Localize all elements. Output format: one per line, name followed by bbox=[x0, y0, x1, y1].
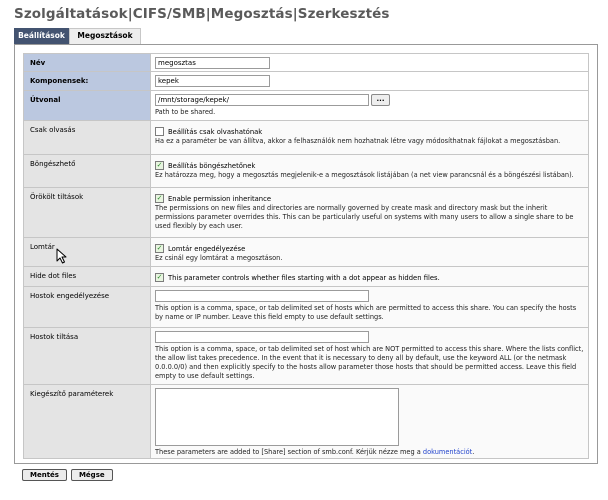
aux-params-help: These parameters are added to [Share] se… bbox=[155, 448, 584, 457]
documentation-link[interactable]: dokumentációt bbox=[423, 448, 472, 456]
browsable-label: Böngészhető bbox=[24, 155, 151, 187]
browsable-checkbox[interactable]: ✓ bbox=[155, 161, 164, 170]
browsable-checkbox-label: Beállítás böngészhetőnek bbox=[168, 161, 256, 170]
path-label: Útvonal bbox=[24, 91, 151, 120]
aux-params-help-suffix: . bbox=[472, 448, 475, 456]
save-button[interactable]: Mentés bbox=[22, 469, 67, 481]
row-path: Útvonal /mnt/storage/kepek/ ... Path to … bbox=[23, 91, 589, 121]
mouse-pointer-icon bbox=[56, 248, 67, 264]
path-help: Path to be shared. bbox=[155, 108, 216, 116]
row-hosts-allow: Hostok engedélyezése This option is a co… bbox=[23, 287, 589, 328]
row-inherit: Örökölt tiltások ✓ Enable permission inh… bbox=[23, 188, 589, 238]
hidedot-checkbox[interactable]: ✓ bbox=[155, 273, 164, 282]
hosts-deny-help: This option is a comma, space, or tab de… bbox=[155, 345, 584, 380]
hosts-allow-input[interactable] bbox=[155, 290, 369, 302]
inherit-checkbox[interactable]: ✓ bbox=[155, 194, 164, 203]
name-label: Név bbox=[24, 54, 151, 71]
component-input[interactable]: kepek bbox=[155, 75, 270, 87]
form-actions: Mentés Mégse bbox=[22, 469, 113, 481]
browse-button[interactable]: ... bbox=[371, 94, 390, 106]
recycle-label: Lomtár bbox=[24, 238, 151, 266]
hosts-deny-input[interactable] bbox=[155, 331, 369, 343]
aux-params-textarea[interactable] bbox=[155, 388, 399, 446]
tab-shares[interactable]: Megosztások bbox=[69, 28, 141, 44]
page-title: Szolgáltatások|CIFS/SMB|Megosztás|Szerke… bbox=[14, 6, 390, 22]
row-component: Komponensek: kepek bbox=[23, 72, 589, 91]
row-readonly: Csak olvasás Beállítás csak olvashatónak… bbox=[23, 121, 589, 155]
row-recycle: Lomtár ✓ Lomtár engedélyezése Ez csinál … bbox=[23, 238, 589, 267]
row-browsable: Böngészhető ✓ Beállítás böngészhetőnek E… bbox=[23, 155, 589, 188]
inherit-help: The permissions on new files and directo… bbox=[155, 204, 574, 230]
recycle-checkbox[interactable]: ✓ bbox=[155, 244, 164, 253]
row-aux-params: Kiegészítő paraméterek These parameters … bbox=[23, 385, 589, 459]
row-name: Név megosztas bbox=[23, 53, 589, 72]
settings-panel: Név megosztas Komponensek: kepek Útvonal… bbox=[14, 44, 598, 464]
readonly-label: Csak olvasás bbox=[24, 121, 151, 154]
row-hosts-deny: Hostok tiltása This option is a comma, s… bbox=[23, 328, 589, 385]
browsable-help: Ez határozza meg, hogy a megosztás megje… bbox=[155, 171, 574, 179]
name-input[interactable]: megosztas bbox=[155, 57, 270, 69]
readonly-checkbox-label: Beállítás csak olvashatónak bbox=[168, 127, 263, 136]
recycle-help: Ez csinál egy lomtárat a megosztáson. bbox=[155, 254, 283, 262]
hosts-allow-label: Hostok engedélyezése bbox=[24, 287, 151, 327]
cancel-button[interactable]: Mégse bbox=[70, 469, 113, 481]
hidedot-label: Hide dot files bbox=[24, 267, 151, 286]
tab-settings[interactable]: Beállítások bbox=[14, 28, 69, 44]
path-input[interactable]: /mnt/storage/kepek/ bbox=[155, 94, 369, 106]
inherit-checkbox-label: Enable permission inheritance bbox=[168, 194, 272, 203]
recycle-checkbox-label: Lomtár engedélyezése bbox=[168, 244, 246, 253]
row-hidedot: Hide dot files ✓ This parameter controls… bbox=[23, 267, 589, 287]
inherit-label: Örökölt tiltások bbox=[24, 188, 151, 237]
readonly-checkbox[interactable] bbox=[155, 127, 164, 136]
readonly-help: Ha ez a paraméter be van állítva, akkor … bbox=[155, 137, 561, 145]
hosts-deny-label: Hostok tiltása bbox=[24, 328, 151, 384]
aux-params-help-text: These parameters are added to [Share] se… bbox=[155, 448, 423, 456]
hidedot-checkbox-label: This parameter controls whether files st… bbox=[168, 273, 440, 282]
hosts-allow-help: This option is a comma, space, or tab de… bbox=[155, 304, 577, 321]
component-label: Komponensek: bbox=[24, 72, 151, 90]
aux-params-label: Kiegészítő paraméterek bbox=[24, 385, 151, 458]
